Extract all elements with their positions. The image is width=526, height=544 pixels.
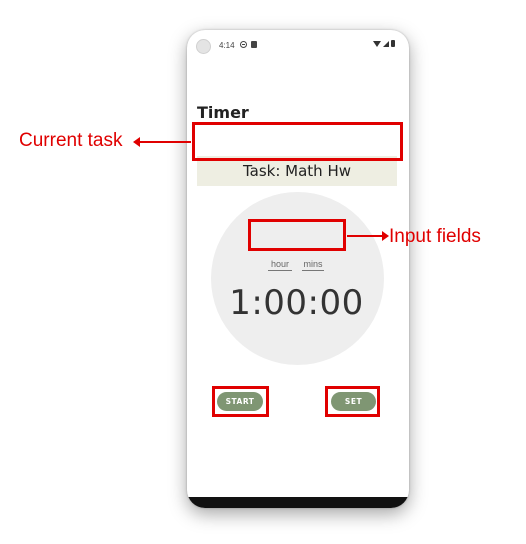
dnd-icon (240, 41, 247, 48)
countdown-display: 1:00:00 (229, 283, 364, 323)
status-bar: 4:14 (187, 30, 409, 60)
arrow-left-icon (133, 137, 191, 147)
time-input-row (268, 259, 324, 271)
sd-card-icon (251, 41, 257, 48)
start-button-highlight (212, 386, 269, 417)
battery-icon (391, 40, 395, 47)
mins-input[interactable] (302, 259, 324, 271)
arrow-right-icon (347, 231, 389, 241)
wifi-icon (373, 40, 381, 47)
current-task-highlight (192, 122, 403, 161)
navigation-bar (187, 497, 409, 508)
status-time: 4:14 (219, 41, 235, 50)
status-right-icons (373, 40, 395, 47)
camera-icon (196, 39, 211, 54)
app-title: Timer (197, 103, 249, 122)
hour-input[interactable] (268, 259, 292, 271)
timer-circle (211, 192, 384, 365)
current-task-annotation: Current task (19, 130, 123, 151)
stage: 4:14 Timer Task: Math Hw 1:00:00 START S… (0, 0, 526, 544)
input-fields-annotation: Input fields (389, 226, 481, 247)
set-button-highlight (325, 386, 380, 417)
signal-icon (383, 40, 389, 47)
input-fields-highlight (248, 219, 346, 251)
phone-frame: 4:14 Timer Task: Math Hw 1:00:00 START S… (187, 30, 409, 508)
